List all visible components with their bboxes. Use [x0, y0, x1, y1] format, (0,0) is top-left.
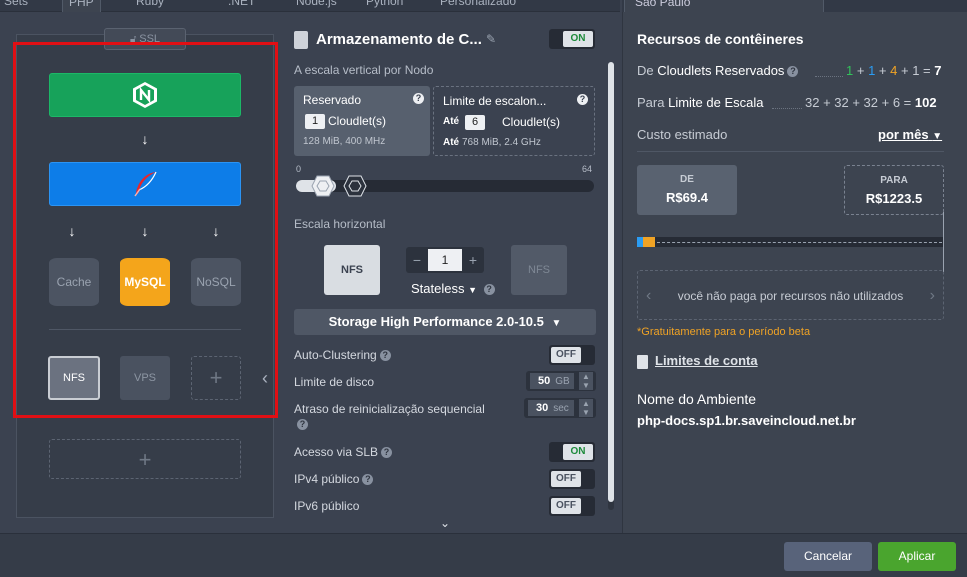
storage-icon — [294, 31, 308, 49]
tab-sets[interactable]: Sets — [4, 0, 28, 12]
env-name-label: Nome do Ambiente — [637, 391, 757, 407]
restart-delay-label: Atraso de reinicialização sequencial? — [294, 402, 485, 431]
add-layer-button[interactable]: + — [49, 439, 241, 479]
public-ipv4-label: IPv4 público? — [294, 472, 374, 486]
help-icon[interactable]: ? — [577, 94, 588, 105]
limit-unit: Cloudlet(s) — [502, 115, 561, 129]
caret-down-icon: ▼ — [551, 318, 562, 329]
slider-min: 0 — [296, 164, 302, 174]
config-title: Armazenamento de C... — [316, 31, 482, 48]
help-icon[interactable]: ? — [381, 447, 393, 459]
increment-button[interactable]: + — [462, 247, 484, 273]
chevron-right-icon[interactable]: › — [930, 271, 935, 321]
caret-down-icon: ▼ — [932, 131, 943, 142]
dotted-leader — [772, 108, 802, 109]
nfs-disabled-icon: NFS — [511, 245, 567, 295]
limit-prefix: Até — [443, 116, 460, 127]
help-icon[interactable]: ? — [297, 419, 308, 431]
mode-dropdown[interactable]: Stateless ▼ ? — [411, 281, 495, 296]
reserved-count[interactable]: 1 — [305, 114, 325, 129]
help-icon[interactable]: ? — [379, 350, 391, 362]
cost-bar-range — [657, 242, 942, 243]
vertical-scaling-label: A escala vertical por Nodo — [294, 63, 434, 77]
public-ipv4-toggle[interactable]: OFF — [549, 469, 595, 489]
reserved-unit: Cloudlet(s) — [328, 114, 387, 128]
pay-note-box: ‹ você não paga por recursos não utiliza… — [637, 270, 944, 320]
scale-calc: 32 + 32 + 32 + 6 = 102 — [805, 95, 937, 110]
limit-detail: 768 MiB, 2.4 GHz — [462, 137, 541, 148]
auto-clustering-toggle[interactable]: OFF — [549, 345, 595, 365]
help-icon[interactable]: ? — [787, 66, 799, 78]
beta-note: *Gratuitamente para o período beta — [637, 326, 811, 338]
node-toggle[interactable]: ON — [549, 29, 595, 49]
dotted-leader — [815, 76, 843, 77]
chevron-down-icon[interactable]: ⌄ — [440, 516, 450, 530]
help-icon[interactable]: ? — [413, 93, 424, 104]
slb-access-toggle[interactable]: ON — [549, 442, 595, 462]
reserved-slider-handle[interactable] — [311, 175, 335, 197]
disk-limit-label: Limite de disco — [294, 375, 375, 389]
tab-php[interactable]: PHP — [62, 0, 101, 12]
slb-access-label: Acesso via SLB? — [294, 445, 393, 459]
apply-button[interactable]: Aplicar — [878, 542, 956, 571]
nfs-node-icon[interactable]: NFS — [324, 245, 380, 295]
decrement-button[interactable]: − — [406, 247, 428, 273]
cost-bar-fill — [643, 237, 655, 247]
restart-delay-field[interactable]: 30 sec ▲ ▼ — [524, 398, 596, 418]
tab-python[interactable]: Python — [366, 0, 403, 12]
limit-heading: Limite de escalon... — [443, 94, 547, 108]
cloudlet-slider[interactable] — [296, 180, 594, 192]
edit-icon[interactable]: ✎ — [486, 32, 496, 46]
account-limits-link[interactable]: Limites de conta — [637, 353, 758, 369]
help-icon[interactable]: ? — [483, 284, 495, 296]
tab-region[interactable]: São Paulo — [624, 0, 824, 12]
document-icon — [637, 354, 648, 369]
disk-limit-field[interactable]: 50 GB ▲ ▼ — [526, 371, 596, 391]
spin-arrows-icon[interactable]: ▲ ▼ — [579, 372, 593, 390]
reserved-calc: 1 + 1 + 4 + 1 = 7 — [846, 63, 942, 78]
environment-wizard: Sets PHP Ruby .NET Node.js Python Person… — [0, 0, 967, 577]
cost-max-marker — [943, 212, 944, 272]
tab-golang[interactable]: Personalizado — [440, 0, 516, 12]
public-ipv6-label: IPv6 público — [294, 499, 360, 513]
engine-tabs: Sets PHP Ruby .NET Node.js Python Person… — [0, 0, 620, 12]
period-dropdown[interactable]: por mês ▼ — [878, 127, 942, 142]
help-icon[interactable]: ? — [362, 474, 374, 486]
estimated-cost-row: Custo estimado — [637, 127, 728, 142]
scaling-limit-row: Para Limite de Escala — [637, 95, 764, 110]
reserved-heading: Reservado — [303, 93, 362, 107]
highlight-frame — [13, 42, 278, 418]
divider — [637, 151, 944, 152]
node-count[interactable]: 1 — [428, 249, 462, 271]
slider-max: 64 — [582, 164, 593, 174]
reserved-cloudlets-row: De Cloudlets Reservados? — [637, 63, 799, 78]
stack-select[interactable]: Storage High Performance 2.0-10.5 ▼ — [294, 309, 596, 335]
reserved-cloudlets-box: Reservado ? 1 Cloudlet(s) 128 MiB, 400 M… — [294, 86, 430, 156]
price-from: R$69.4 — [666, 190, 708, 205]
config-scroll-thumb[interactable] — [608, 62, 614, 502]
tab-nodejs[interactable]: Node.js — [296, 0, 337, 12]
env-name-value[interactable]: php-docs.sp1.br.saveincloud.net.br — [637, 413, 856, 428]
cancel-button[interactable]: Cancelar — [784, 542, 872, 571]
limit-slider-handle[interactable] — [343, 175, 367, 197]
tab-ruby[interactable]: Ruby — [136, 0, 164, 12]
chevron-left-icon[interactable]: ‹ — [646, 271, 651, 321]
resources-title: Recursos de contêineres — [637, 31, 804, 47]
limit-count[interactable]: 6 — [465, 115, 485, 130]
price-to: R$1223.5 — [865, 191, 923, 206]
auto-clustering-label: Auto-Clustering? — [294, 348, 391, 362]
reserved-detail: 128 MiB, 400 MHz — [303, 136, 386, 147]
public-ipv6-toggle[interactable]: OFF — [549, 496, 595, 516]
price-from-box: DE R$69.4 — [637, 165, 737, 215]
caret-down-icon: ▼ — [468, 285, 478, 295]
spin-arrows-icon[interactable]: ▲ ▼ — [579, 399, 593, 417]
tab-net[interactable]: .NET — [228, 0, 255, 12]
limit-detail-prefix: Até — [443, 137, 460, 148]
horizontal-scaling-label: Escala horizontal — [294, 217, 386, 231]
node-count-stepper[interactable]: − 1 + — [406, 247, 484, 273]
price-to-box: PARA R$1223.5 — [844, 165, 944, 215]
scaling-limit-box: Limite de escalon... ? Até 6 Cloudlet(s)… — [433, 86, 595, 156]
